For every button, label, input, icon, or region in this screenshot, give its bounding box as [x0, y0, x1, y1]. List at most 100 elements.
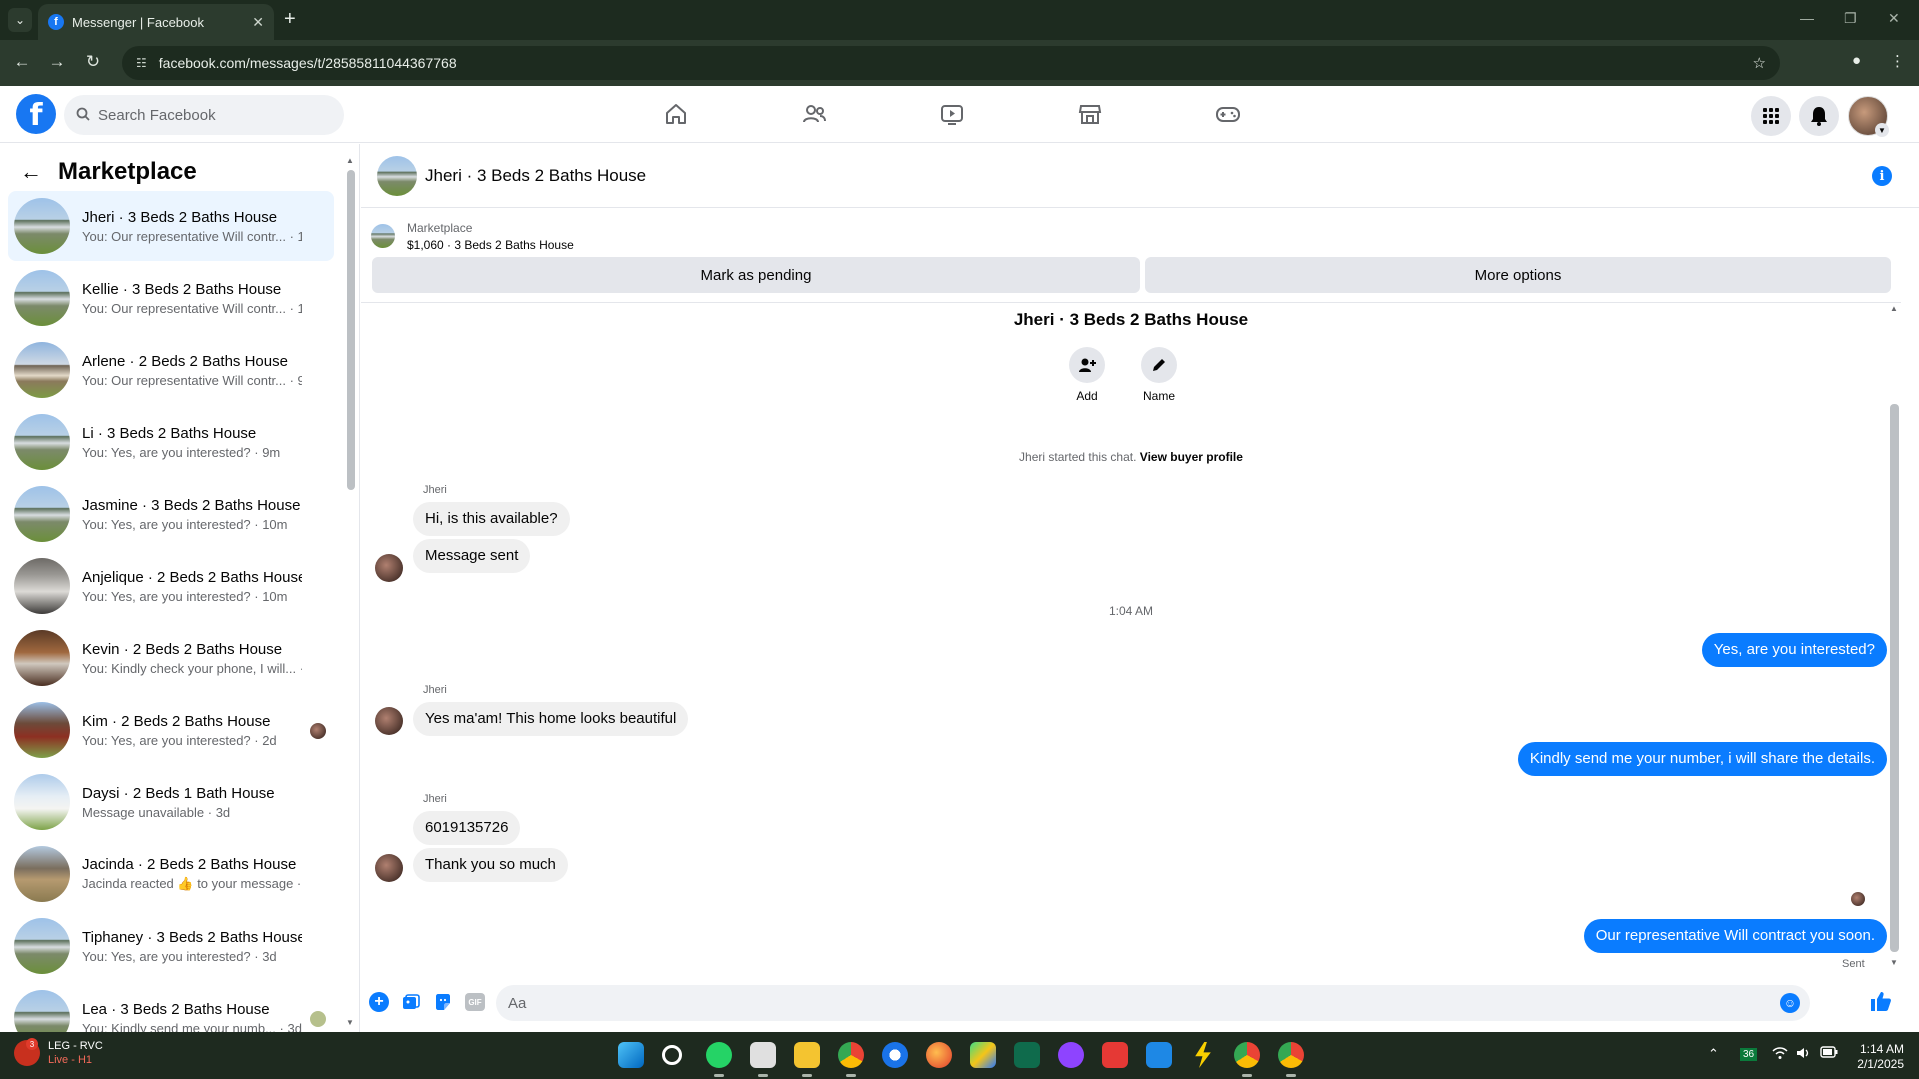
photo-icon[interactable] [401, 992, 421, 1012]
sidebar-scrollbar[interactable]: ▲ ▼ [344, 156, 356, 1032]
tray-app-badge[interactable]: 36 [1740, 1048, 1758, 1061]
gif-icon[interactable]: GIF [465, 993, 485, 1011]
bookmark-star-icon[interactable]: ☆ [1753, 54, 1766, 72]
search-icon[interactable] [662, 1045, 682, 1065]
conversation-item[interactable]: Kellie · 3 Beds 2 Baths House You: Our re… [8, 263, 334, 333]
file-explorer-icon[interactable] [794, 1042, 820, 1068]
system-clock[interactable]: 1:14 AM 2/1/2025 [1840, 1042, 1904, 1072]
scroll-down-icon[interactable]: ▼ [1890, 958, 1898, 967]
conversation-item[interactable]: Li · 3 Beds 2 Baths House You: Yes, are y… [8, 407, 334, 477]
gaming-icon[interactable] [1172, 86, 1284, 142]
whatsapp-icon[interactable] [706, 1042, 732, 1068]
conversation-item[interactable]: Lea · 3 Beds 2 Baths House You: Kindly se… [8, 983, 334, 1032]
volume-icon[interactable] [1796, 1046, 1812, 1063]
plus-icon[interactable]: + [369, 992, 389, 1012]
tray-chevron-icon[interactable]: ⌃ [1708, 1046, 1719, 1062]
bluestacks-icon[interactable] [970, 1042, 996, 1068]
conversation-item[interactable]: Kevin · 2 Beds 2 Baths House You: Kindly … [8, 623, 334, 693]
scrollbar-thumb[interactable] [1890, 404, 1899, 952]
incoming-message[interactable]: Hi, is this available? [413, 502, 570, 536]
profile-avatar[interactable]: ▼ [1848, 96, 1889, 137]
restore-button[interactable]: ❐ [1844, 10, 1857, 27]
incoming-message[interactable]: Thank you so much [413, 848, 568, 882]
mark-pending-button[interactable]: Mark as pending [372, 257, 1140, 293]
scroll-up-icon[interactable]: ▲ [1890, 304, 1898, 313]
minimize-button[interactable]: — [1800, 10, 1814, 26]
sticker-icon[interactable] [433, 992, 453, 1012]
window-close-button[interactable]: ✕ [1888, 10, 1900, 27]
sender-avatar[interactable] [375, 554, 403, 582]
marketplace-icon[interactable] [1034, 86, 1146, 142]
sender-avatar[interactable] [375, 707, 403, 735]
conversation-item[interactable]: Jacinda · 2 Beds 2 Baths House Jacinda re… [8, 839, 334, 909]
chat-title[interactable]: Jheri · 3 Beds 2 Baths House [425, 166, 646, 186]
snipping-tool-icon[interactable] [750, 1042, 776, 1068]
chat-thumbnail[interactable] [377, 155, 417, 196]
more-options-button[interactable]: More options [1145, 257, 1891, 293]
browser-menu-icon[interactable]: ⋮ [1890, 52, 1905, 70]
chrome-icon[interactable] [838, 1042, 864, 1068]
chrome-profile-icon[interactable] [1234, 1042, 1260, 1068]
home-icon[interactable] [620, 86, 732, 142]
start-icon[interactable] [618, 1042, 644, 1068]
conversation-item[interactable]: Tiphaney · 3 Beds 2 Baths House You: Yes,… [8, 911, 334, 981]
add-person-button[interactable]: Add [1057, 347, 1117, 403]
facebook-logo[interactable]: f [16, 94, 56, 134]
browser-profile-icon[interactable]: ● [1852, 52, 1861, 69]
friends-icon[interactable] [758, 86, 870, 142]
back-icon[interactable]: ← [11, 52, 33, 72]
chrome-profile-2-icon[interactable] [1278, 1042, 1304, 1068]
gaana-icon[interactable] [1014, 1042, 1040, 1068]
url-field[interactable]: ☷ facebook.com/messages/t/28585811044367… [122, 46, 1780, 80]
firefox-icon[interactable] [926, 1042, 952, 1068]
battery-icon[interactable] [1820, 1046, 1838, 1061]
weather-widget[interactable]: 3 LEG - RVC Live - H1 [14, 1038, 103, 1066]
conversation-item[interactable]: Anjelique · 2 Beds 2 Baths House You: Yes… [8, 551, 334, 621]
emoji-icon[interactable]: ☺ [1780, 993, 1800, 1013]
search-field[interactable]: Search Facebook [64, 95, 344, 135]
notifications-icon[interactable] [1799, 96, 1839, 136]
scroll-up-icon[interactable]: ▲ [346, 156, 354, 165]
menu-grid-icon[interactable] [1751, 96, 1791, 136]
scroll-down-icon[interactable]: ▼ [346, 1018, 354, 1027]
message-input[interactable]: Aa ☺ [496, 985, 1810, 1021]
browser-tab[interactable]: f Messenger | Facebook ✕ [38, 4, 274, 40]
site-info-icon[interactable]: ☷ [136, 56, 147, 70]
tab-search-icon[interactable]: ⌄ [8, 8, 32, 32]
incoming-message[interactable]: 6019135726 [413, 811, 521, 845]
tab-close-icon[interactable]: ✕ [252, 14, 264, 31]
wifi-icon[interactable] [1772, 1046, 1788, 1063]
chat-scrollbar[interactable]: ▲ ▼ [1887, 304, 1901, 968]
outgoing-message[interactable]: Kindly send me your number, i will share… [1517, 742, 1887, 776]
reload-icon[interactable]: ↻ [82, 52, 104, 72]
new-tab-button[interactable]: + [284, 8, 296, 30]
conversation-item[interactable]: Kim · 2 Beds 2 Baths House You: Yes, are … [8, 695, 334, 765]
outgoing-message[interactable]: Yes, are you interested? [1701, 633, 1887, 667]
scrollbar-thumb[interactable] [347, 170, 355, 490]
conversation-item[interactable]: Jasmine · 3 Beds 2 Baths House You: Yes, … [8, 479, 334, 549]
info-icon[interactable]: i [1872, 166, 1892, 186]
anydesk-icon[interactable] [1102, 1042, 1128, 1068]
live-score-icon: 3 [14, 1038, 40, 1066]
conversation-item[interactable]: Arlene · 2 Beds 2 Baths House You: Our re… [8, 335, 334, 405]
running-indicator [714, 1074, 724, 1077]
chrome-canary-icon[interactable] [882, 1042, 908, 1068]
conversation-item[interactable]: Jheri · 3 Beds 2 Baths House You: Our rep… [8, 191, 334, 261]
app-d-icon[interactable] [1058, 1042, 1084, 1068]
view-buyer-profile-link[interactable]: View buyer profile [1140, 450, 1243, 464]
thumbs-up-icon[interactable] [1870, 990, 1892, 1018]
notepad-icon[interactable] [1146, 1042, 1172, 1068]
incoming-message[interactable]: Message sent [413, 539, 531, 573]
name-button[interactable]: Name [1129, 347, 1189, 403]
power-automate-icon[interactable] [1195, 1042, 1211, 1068]
watch-icon[interactable] [896, 86, 1008, 142]
weather-badge: 3 [26, 1038, 38, 1050]
back-arrow-icon[interactable]: ← [20, 159, 42, 185]
listing-card[interactable]: Marketplace $1,060 · 3 Beds 2 Baths Hous… [371, 216, 1911, 256]
incoming-message[interactable]: Yes ma'am! This home looks beautiful [413, 702, 689, 736]
sender-avatar[interactable] [375, 854, 403, 882]
conversation-item[interactable]: Daysi · 2 Beds 1 Bath House Message unava… [8, 767, 334, 837]
forward-icon[interactable]: → [46, 52, 68, 72]
widget-subtitle: Live - H1 [48, 1054, 93, 1066]
outgoing-message[interactable]: Our representative Will contract you soo… [1583, 919, 1887, 953]
